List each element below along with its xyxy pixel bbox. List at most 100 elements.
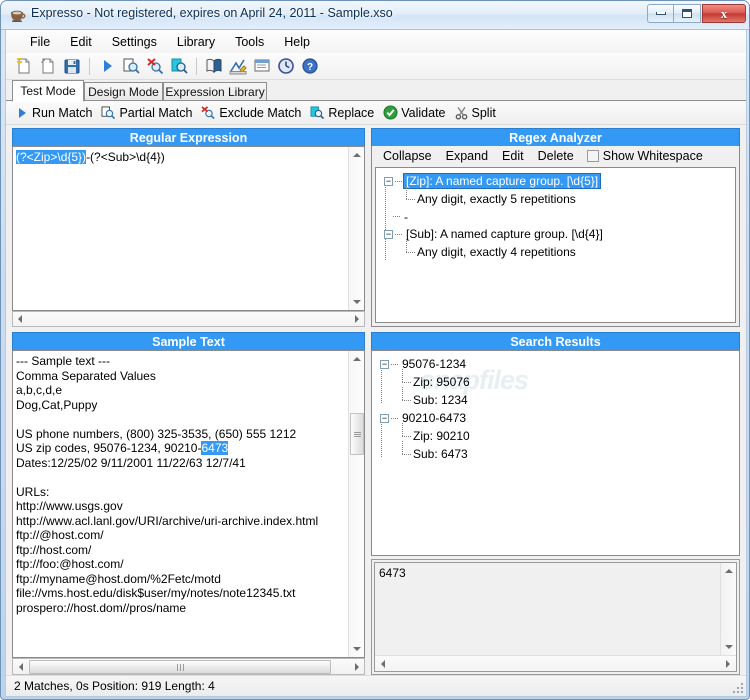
tab-test-mode-label: Test Mode [20,84,76,98]
sample-scroll-left-button[interactable] [14,660,27,673]
collapse-toggle-icon[interactable]: − [380,413,389,423]
sample-scroll-thumb[interactable] [350,413,364,455]
exclude-match-button[interactable] [143,55,167,78]
tree-elbow-icon [398,387,411,409]
regular-expression-panel: Regular Expression (?<Zip>\d{5})-(?<Sub>… [12,128,365,311]
analyzer-node-zip-label: [Zip]: A named capture group. [\d{5}] [402,173,602,189]
sample-horizontal-scrollbar[interactable] [12,658,365,675]
result-node-1-sub[interactable]: Sub: 1234 [376,387,739,409]
collapse-toggle-icon[interactable]: − [384,176,393,186]
sample-scroll-up-button[interactable] [349,351,364,367]
split-action[interactable]: Split [452,105,502,121]
maximize-button[interactable] [674,4,701,23]
analyzer-node-sub[interactable]: − [Sub]: A named capture group. [\d{4}] [380,225,735,243]
regex-scroll-down-button[interactable] [349,294,364,310]
result-node-2[interactable]: − 90210-6473 [376,409,739,427]
match-detail-panel: 6473 [371,559,740,675]
sample-text-panel: Sample Text --- Sample text --- Comma Se… [12,332,365,675]
exclude-match-action[interactable]: Exclude Match [198,105,307,121]
menu-help[interactable]: Help [274,33,320,51]
regex-vertical-scrollbar[interactable] [348,147,364,310]
sample-scroll-right-button[interactable] [350,660,363,673]
tab-expression-library[interactable]: Expression Library [163,82,267,101]
result-node-2-sub[interactable]: Sub: 6473 [376,441,739,463]
open-document-button[interactable] [36,55,60,78]
regular-expression-body[interactable]: (?<Zip>\d{5})-(?<Sub>\d{4}) [12,146,365,311]
replace-label: Replace [328,105,375,120]
search-results-body[interactable]: snapfiles − 95076-1234 Zip: 95076 Sub: 1… [371,350,740,556]
replace-icon [171,58,188,74]
collapse-toggle-icon[interactable]: − [384,229,393,239]
result-node-1[interactable]: − 95076-1234 [376,355,739,373]
close-button[interactable]: x [702,4,746,23]
close-icon: x [720,6,728,21]
library-button[interactable] [202,55,226,78]
window-buttons: x [647,4,746,23]
tab-design-mode-label: Design Mode [88,85,159,99]
library-book-icon [206,58,222,74]
menu-settings[interactable]: Settings [102,33,167,51]
analyzer-node-literal-label: - [404,209,408,224]
analyzer-node-zip[interactable]: − [Zip]: A named capture group. [\d{5}] [380,172,735,190]
tab-test-mode[interactable]: Test Mode [12,80,84,102]
menu-tools[interactable]: Tools [225,33,274,51]
design-mode-button[interactable] [226,55,250,78]
regex-analyzer-panel: Regex Analyzer Collapse Expand Edit Dele… [371,128,740,327]
regex-horizontal-scrollbar[interactable] [12,311,365,327]
minimize-button[interactable] [647,4,674,23]
regex-selected-fragment: (?<Zip>\d{5}) [16,150,87,164]
analyzer-node-literal[interactable]: - [380,208,735,225]
collapse-toggle-icon[interactable]: − [380,359,389,369]
new-document-button[interactable] [12,55,36,78]
detail-horizontal-scrollbar[interactable] [375,655,736,671]
replace-button[interactable] [167,55,191,78]
detail-vertical-scrollbar[interactable] [720,563,736,655]
history-button[interactable] [274,55,298,78]
analyzer-child-sub[interactable]: Any digit, exactly 4 repetitions [380,239,735,261]
menu-file[interactable]: File [20,33,60,51]
notes-button[interactable] [250,55,274,78]
help-icon: ? [302,58,318,74]
chevron-left-icon [381,660,385,668]
partial-match-button[interactable] [119,55,143,78]
regex-scroll-left-button[interactable] [14,313,26,325]
regex-scroll-right-button[interactable] [351,313,363,325]
sample-vertical-scrollbar[interactable] [348,351,364,657]
run-match-button[interactable] [95,55,119,78]
sample-scroll-down-button[interactable] [349,641,364,657]
menu-edit[interactable]: Edit [60,33,102,51]
sample-hscroll-thumb[interactable] [29,660,331,674]
run-match-action[interactable]: Run Match [12,105,98,121]
analyzer-tree-view[interactable]: − [Zip]: A named capture group. [\d{5}] … [375,167,736,323]
chevron-up-icon [353,153,361,157]
expand-button[interactable]: Expand [439,148,495,164]
save-button[interactable] [60,55,84,78]
result-node-2-zip[interactable]: Zip: 90210 [376,423,739,445]
detail-scroll-up-button[interactable] [721,563,736,579]
validate-action[interactable]: Validate [380,104,451,121]
analyzer-tree: − [Zip]: A named capture group. [\d{5}] … [376,168,735,322]
collapse-button[interactable]: Collapse [376,148,439,164]
partial-match-action[interactable]: Partial Match [98,105,198,121]
tree-dot-line [391,417,398,419]
chevron-right-icon [355,315,359,323]
analyzer-child-zip[interactable]: Any digit, exactly 5 repetitions [380,186,735,208]
delete-button[interactable]: Delete [531,148,581,164]
tab-design-mode[interactable]: Design Mode [84,82,163,101]
sample-text-body[interactable]: --- Sample text --- Comma Separated Valu… [12,350,365,658]
resize-grip-icon[interactable] [731,681,743,693]
help-button[interactable]: ? [298,55,322,78]
sample-text-content[interactable]: --- Sample text --- Comma Separated Valu… [13,351,348,657]
show-whitespace-checkbox[interactable] [586,149,599,162]
replace-action[interactable]: Replace [307,105,380,121]
detail-scroll-left-button[interactable] [375,656,391,671]
detail-scroll-right-button[interactable] [720,656,736,671]
edit-button[interactable]: Edit [495,148,531,164]
result-node-1-zip[interactable]: Zip: 95076 [376,369,739,391]
detail-scroll-down-button[interactable] [721,639,736,655]
menu-library[interactable]: Library [167,33,225,51]
regex-input[interactable]: (?<Zip>\d{5})-(?<Sub>\d{4}) [13,147,348,310]
regex-scroll-up-button[interactable] [349,147,364,163]
match-detail-inner[interactable]: 6473 [374,562,737,672]
regex-analyzer-header: Regex Analyzer [371,128,740,146]
